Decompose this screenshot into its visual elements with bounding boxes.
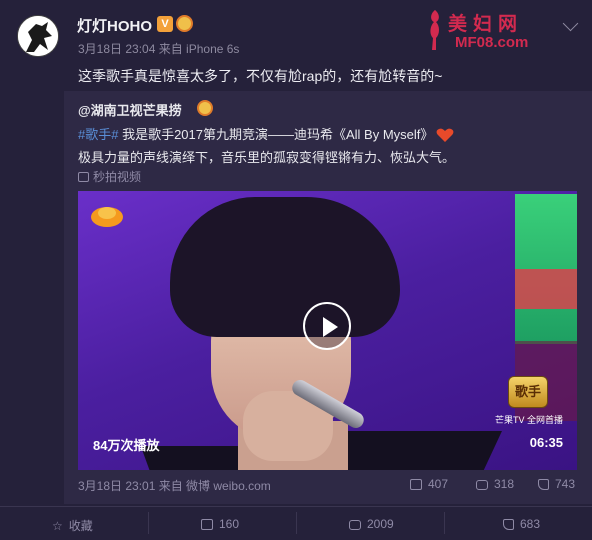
mango-tv-logo-icon [91, 207, 123, 227]
repost-icon [201, 519, 213, 530]
video-link-icon [78, 172, 89, 182]
star-icon: ☆ [52, 519, 63, 533]
repost-comments-count: 318 [494, 477, 515, 491]
weibo-post-card: 灯灯HOHO V 3月18日 23:04 来自 iPhone 6s 美妇网 MF… [0, 0, 592, 540]
watermark-title: 美妇网 [448, 13, 524, 35]
repost-box: @湖南卫视芒果捞 #歌手# 我是歌手2017第九期竞演——迪玛希《All By … [64, 91, 592, 504]
repost-medal-icon [197, 100, 213, 116]
repost-reposts-count: 407 [428, 477, 449, 491]
comment-icon [476, 480, 488, 490]
broadcast-caption: 芒果TV 全网首播 [495, 415, 564, 425]
repost-count: 160 [219, 517, 240, 531]
video-duration: 06:35 [529, 435, 563, 450]
repost-icon [410, 479, 422, 490]
video-link-label: 秒拍视频 [93, 170, 142, 184]
thumbs-up-icon [538, 479, 549, 490]
repost-description: 极具力量的声线演绎下，音乐里的孤寂变得铿锵有力、恢弘大气。 [78, 150, 456, 165]
video-player[interactable]: 84万次播放 歌手 芒果TV 全网首播 06:35 [78, 191, 577, 470]
stage-screen-accent [515, 269, 577, 309]
play-button[interactable] [303, 302, 351, 350]
like-button[interactable]: 683 [503, 517, 540, 531]
video-link[interactable]: 秒拍视频 [78, 168, 141, 185]
watermark-url: MF08.com [455, 34, 529, 51]
user-avatar[interactable] [17, 15, 59, 57]
action-separator [296, 512, 297, 534]
avatar-figure-icon [18, 16, 58, 56]
repost-likes-count: 743 [555, 477, 576, 491]
repost-footer: 3月18日 23:01 来自 微博 weibo.com [78, 479, 271, 493]
repost-author[interactable]: @湖南卫视芒果捞 [78, 100, 182, 119]
repost-comments[interactable]: 318 [476, 477, 514, 491]
medal-icon [176, 15, 193, 32]
show-logo: 歌手 [508, 376, 548, 408]
repost-likes[interactable]: 743 [538, 477, 575, 491]
comment-count: 2009 [367, 517, 394, 531]
action-separator [444, 512, 445, 534]
favorite-label: 收藏 [68, 519, 93, 533]
heart-icon [437, 128, 454, 143]
favorite-button[interactable]: ☆ 收藏 [52, 517, 93, 534]
play-count: 84万次播放 [93, 438, 160, 453]
comment-button[interactable]: 2009 [349, 517, 394, 531]
action-bar-divider [0, 506, 592, 507]
repost-reposts[interactable]: 407 [410, 477, 448, 491]
topic-tag-link[interactable]: #歌手# [78, 127, 118, 142]
chevron-down-icon[interactable] [562, 15, 579, 32]
comment-icon [349, 520, 361, 530]
post-text: 这季歌手真是惊喜太多了，不仅有尬rap的，还有尬转音的~ [78, 68, 443, 84]
repost-title-line: #歌手# 我是歌手2017第九期竞演——迪玛希《All By Myself》 [78, 124, 454, 143]
thumbs-up-icon [503, 519, 514, 530]
username[interactable]: 灯灯HOHO [77, 15, 152, 36]
repost-title: 我是歌手2017第九期竞演——迪玛希《All By Myself》 [118, 127, 434, 142]
repost-button[interactable]: 160 [201, 517, 239, 531]
action-separator [148, 512, 149, 534]
post-meta: 3月18日 23:04 来自 iPhone 6s [78, 42, 240, 56]
singer-hair [170, 197, 400, 337]
watermark-logo-icon [430, 10, 439, 50]
like-count: 683 [520, 517, 541, 531]
verified-badge-icon: V [157, 16, 173, 32]
